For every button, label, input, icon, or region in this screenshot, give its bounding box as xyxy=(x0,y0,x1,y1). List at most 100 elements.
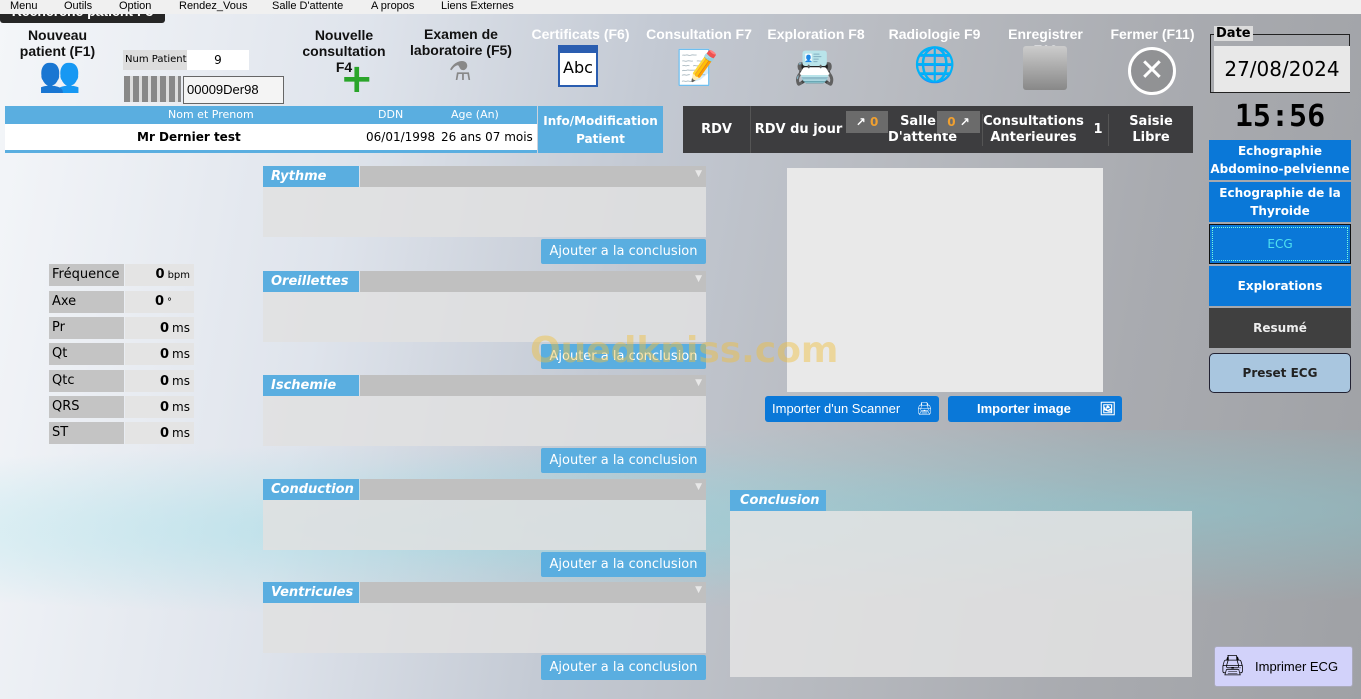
date-label: Date xyxy=(1214,26,1253,41)
menu-a-propos[interactable]: A propos xyxy=(371,0,414,12)
measure-input[interactable]: 0 ms xyxy=(125,317,194,339)
importer-scanner-button[interactable]: Importer d'un Scanner 🖨 xyxy=(765,396,939,422)
measure-input[interactable]: 0 ms xyxy=(125,370,194,392)
col-name: Nom et Prenom xyxy=(168,108,254,121)
menu-option[interactable]: Option xyxy=(119,0,151,12)
measure-input[interactable]: 0 ms xyxy=(125,343,194,365)
chevron-down-icon: ▼ xyxy=(695,482,702,492)
conclusion-textarea[interactable] xyxy=(730,511,1192,677)
patient-row[interactable]: Mr Dernier test 06/01/1998 26 ans 07 moi… xyxy=(5,124,537,150)
measure-label: Fréquence xyxy=(49,264,124,286)
saisie-libre-button[interactable]: Saisie Libre xyxy=(1108,114,1193,146)
num-patient-input[interactable]: 9 xyxy=(187,50,249,70)
radiologie-button[interactable]: Radiologie F9 xyxy=(882,26,987,42)
nav-echographie-thyroide[interactable]: Echographie de la Thyroide xyxy=(1209,182,1351,222)
col-ddn: DDN xyxy=(378,108,404,121)
num-patient-label: Num Patient xyxy=(123,50,187,70)
measure-input[interactable]: 0 bpm xyxy=(125,264,194,286)
section-title: Oreillettes xyxy=(263,271,359,292)
menu-rendez-vous[interactable]: Rendez_Vous xyxy=(179,0,248,12)
patient-table-header: Nom et Prenom DDN Age (An) xyxy=(5,106,537,124)
measure-frequence: Fréquence 0 bpm xyxy=(49,264,194,286)
info-modification-patient-button[interactable]: Info/Modification Patient xyxy=(538,106,663,153)
conclusion-title: Conclusion xyxy=(730,490,826,511)
measure-value: 0 xyxy=(160,321,170,336)
barcode-input[interactable]: 00009Der98 xyxy=(183,76,284,104)
certificats-button[interactable]: Certificats (F6) xyxy=(528,26,633,42)
preset-ecg-button[interactable]: Preset ECG xyxy=(1209,353,1351,393)
menu-liens-externes[interactable]: Liens Externes xyxy=(441,0,514,12)
measure-value: 0 xyxy=(154,294,164,309)
id-cards-icon: 📇 xyxy=(793,48,837,88)
menu-menu[interactable]: Menu xyxy=(10,0,38,12)
measure-pr: Pr 0 ms xyxy=(49,317,194,339)
menu-outils[interactable]: Outils xyxy=(64,0,92,12)
section-title: Conduction xyxy=(263,479,359,500)
patients-icon: 👥 xyxy=(38,55,82,95)
ajouter-conclusion-button[interactable]: Ajouter a la conclusion xyxy=(541,655,706,680)
chevron-down-icon: ▼ xyxy=(695,274,702,284)
ajouter-conclusion-button[interactable]: Ajouter a la conclusion xyxy=(541,552,706,577)
consultation-label: Consultation F7 xyxy=(646,26,752,42)
fermer-button[interactable]: Fermer (F11) xyxy=(1105,26,1200,42)
measure-input[interactable]: 0 ms xyxy=(125,396,194,418)
consultation-button[interactable]: Consultation F7 xyxy=(644,26,754,42)
measure-unit: ms xyxy=(172,321,190,335)
measure-input[interactable]: 0 ms xyxy=(125,422,194,444)
measure-label: Qtc xyxy=(49,370,124,392)
salle-line1: Salle xyxy=(900,114,936,129)
rdv-jour-button[interactable]: RDV du jour xyxy=(752,106,845,153)
section-textarea[interactable] xyxy=(263,187,706,237)
exploration-button[interactable]: Exploration F8 xyxy=(763,26,869,42)
arrow-icon: ↗ xyxy=(955,115,970,129)
menu-salle-attente[interactable]: Salle D'attente xyxy=(272,0,343,12)
measure-qt: Qt 0 ms xyxy=(49,343,194,365)
patient-table: Nom et Prenom DDN Age (An) Mr Dernier te… xyxy=(5,106,537,153)
importer-image-label: Importer image xyxy=(977,401,1071,416)
chevron-down-icon: ▼ xyxy=(695,585,702,595)
measure-input[interactable]: 0 ° xyxy=(125,291,194,313)
measure-unit: bpm xyxy=(167,270,190,281)
close-icon[interactable]: ✕ xyxy=(1128,47,1176,95)
section-title: Ventricules xyxy=(263,582,359,603)
ajouter-conclusion-button[interactable]: Ajouter a la conclusion xyxy=(541,239,706,264)
certificats-label: Certificats (F6) xyxy=(531,26,630,42)
section-textarea[interactable] xyxy=(263,603,706,653)
image-import-icon: 🖼 xyxy=(1099,401,1116,416)
flask-icon: ⚗ xyxy=(448,57,472,87)
rdv-button[interactable]: RDV xyxy=(683,106,751,153)
section-title: Ischemie xyxy=(263,375,359,396)
measure-label: Axe xyxy=(49,291,124,313)
measure-label: ST xyxy=(49,422,124,444)
scanner-icon: 🖨 xyxy=(916,401,933,416)
section-dropdown[interactable]: ▼ xyxy=(360,166,706,187)
fermer-label: Fermer (F11) xyxy=(1110,26,1195,42)
section-dropdown[interactable]: ▼ xyxy=(360,271,706,292)
section-dropdown[interactable]: ▼ xyxy=(360,375,706,396)
section-textarea[interactable] xyxy=(263,500,706,550)
nav-resume[interactable]: Resumé xyxy=(1209,308,1351,348)
salle-count: 0 ↗ xyxy=(937,111,980,133)
section-dropdown[interactable]: ▼ xyxy=(360,582,706,603)
measure-value: 0 xyxy=(160,426,170,441)
section-textarea[interactable] xyxy=(263,396,706,446)
imprimer-ecg-label: Imprimer ECG xyxy=(1255,659,1339,674)
measure-qtc: Qtc 0 ms xyxy=(49,370,194,392)
globe-arrows-icon: 🌐 xyxy=(913,45,957,85)
exploration-label: Exploration F8 xyxy=(767,26,865,42)
nav-echographie-abdomino[interactable]: Echographie Abdomino-pelvienne xyxy=(1209,140,1351,180)
menu-bar: Menu Outils Option Rendez_Vous Salle D'a… xyxy=(0,0,1361,14)
measure-unit: ms xyxy=(172,400,190,414)
nav-ecg[interactable]: ECG xyxy=(1209,224,1351,264)
date-field[interactable]: 27/08/2024 xyxy=(1214,46,1350,92)
section-dropdown[interactable]: ▼ xyxy=(360,479,706,500)
measure-value: 0 xyxy=(160,347,170,362)
imprimer-ecg-button[interactable]: 🖨 Imprimer ECG xyxy=(1214,646,1353,687)
printer-icon: 🖨 xyxy=(1220,655,1246,677)
consultations-anterieures-button[interactable]: Consultations Anterieures xyxy=(982,114,1084,146)
importer-image-button[interactable]: Importer image 🖼 xyxy=(948,396,1122,422)
rdv-count-value: 0 xyxy=(869,115,879,129)
ajouter-conclusion-button[interactable]: Ajouter a la conclusion xyxy=(541,448,706,473)
measure-label: Pr xyxy=(49,317,124,339)
nav-explorations[interactable]: Explorations xyxy=(1209,266,1351,306)
